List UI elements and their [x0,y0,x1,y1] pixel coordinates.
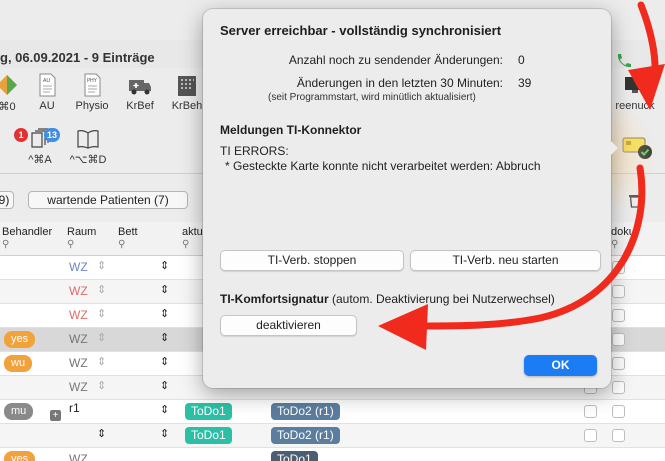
document-icon: PHY [84,73,101,97]
book-icon [77,130,99,149]
col-bett[interactable]: Bett ⚲ [118,226,138,250]
stepper-icon: ⇕ [97,284,107,296]
doku-checkbox[interactable] [612,429,625,442]
todo-chip[interactable]: ToDo2 (r1) [271,427,340,444]
doku-checkbox[interactable] [612,285,625,298]
doku-checkbox[interactable] [612,261,625,274]
toolbar-item-au[interactable]: AU AU [22,72,72,112]
hospital-icon [178,76,196,96]
document-icon: AU [39,73,56,97]
ti-connector-heading: Meldungen TI-Konnektor [220,123,362,137]
ti-error-line: * Gesteckte Karte konnte nicht verarbeit… [225,159,541,173]
monitor-icon [625,77,645,93]
ti-restart-button[interactable]: TI-Verb. neu starten [410,250,601,271]
table-row[interactable]: ⇕ ⇕ ToDo1 ToDo2 (r1) [0,424,665,448]
popover-title: Server erreichbar - vollständig synchron… [220,23,502,38]
col-raum[interactable]: Raum ⚲ [67,226,96,250]
popover-arrow [607,137,618,159]
doku-checkbox[interactable] [612,405,625,418]
stepper-icon: ⇕ [97,356,107,368]
stepper-icon: ⇕ [97,380,107,392]
search-icon: ⚲ [118,239,126,250]
status-tag: mu [4,403,34,420]
recent-changes-label: Änderungen in den letzten 30 Minuten: [296,76,503,90]
search-icon: ⚲ [182,239,190,250]
stepper-icon: ⇕ [160,380,170,392]
toolbar2-item-queue[interactable]: ^⌘A 1 13 [14,128,60,166]
badge-red: 1 [14,128,28,142]
filter-pill-prev[interactable]: 9) [0,191,14,209]
stepper-icon: ⇕ [160,308,170,320]
recent-changes-note: (seit Programmstart, wird minütlich aktu… [268,92,476,103]
col-doku[interactable]: doku ⚲ [611,226,635,250]
table-row[interactable]: mu r1 + ⇕ ToDo1 ToDo2 (r1) [0,400,665,424]
doku-checkbox[interactable] [612,333,625,346]
ambulance-icon [129,80,151,95]
toolbar-item-krbef[interactable]: KrBef [115,72,165,112]
stepper-icon: ⇕ [160,356,170,368]
signature-heading: TI-Komfortsignatur (autom. Deaktivierung… [220,292,555,306]
stepper-icon: ⇕ [160,332,170,344]
stepper-icon: ⇕ [97,260,107,272]
phone-icon[interactable] [612,50,636,74]
window-title: g, 06.09.2021 - 9 Einträge [0,50,155,65]
pending-changes-label: Anzahl noch zu sendender Änderungen: [288,53,503,67]
svg-text:PHY: PHY [87,78,98,84]
stepper-icon: ⇕ [160,428,170,440]
doku-checkbox[interactable] [584,405,597,418]
doku-checkbox[interactable] [612,309,625,322]
stepper-icon: ⇕ [97,332,107,344]
filter-pill-waiting[interactable]: wartende Patienten (7) [28,191,188,209]
stepper-icon: ⇕ [97,308,107,320]
recent-changes-value: 39 [518,76,532,90]
toolbar-item-physio[interactable]: PHY Physio [67,72,117,112]
status-tag: yes [4,451,36,461]
stepper-icon: ⇕ [97,428,107,440]
doku-checkbox[interactable] [612,357,625,370]
toolbar2-item-book[interactable]: ^⌥⌘D [66,128,110,166]
form-icon [0,75,17,95]
col-aktu[interactable]: aktu ⚲ [182,226,203,250]
svg-text:AU: AU [43,78,50,84]
ok-button[interactable]: OK [524,355,597,376]
signature-subtitle: (autom. Deaktivierung bei Nutzerwechsel) [332,292,555,306]
ti-stop-button[interactable]: TI-Verb. stoppen [220,250,404,271]
doku-checkbox[interactable] [584,429,597,442]
stepper-icon: ⇕ [160,260,170,272]
search-icon: ⚲ [2,239,10,250]
stepper-icon: ⇕ [160,284,170,296]
status-tag: yes [4,331,36,348]
sync-status-popover: Server erreichbar - vollständig synchron… [203,9,618,388]
table-row[interactable]: yes WZ ToDo1 [0,448,665,461]
add-icon[interactable]: + [50,410,61,421]
col-behandler[interactable]: Behandler ⚲ [2,226,52,250]
badge-blue: 13 [44,128,60,142]
pending-changes-value: 0 [518,53,525,67]
doku-checkbox[interactable] [612,381,625,394]
ti-errors-title: TI ERRORS: [220,144,289,158]
search-icon: ⚲ [67,239,75,250]
todo-chip[interactable]: ToDo1 [185,427,232,444]
todo-chip[interactable]: ToDo2 (r1) [271,403,340,420]
stepper-icon: ⇕ [160,404,170,416]
todo-chip[interactable]: ToDo1 [185,403,232,420]
todo-chip[interactable]: ToDo1 [271,451,318,461]
deactivate-button[interactable]: deaktivieren [220,315,357,336]
status-tag: wu [4,355,33,372]
search-icon: ⚲ [611,239,619,250]
